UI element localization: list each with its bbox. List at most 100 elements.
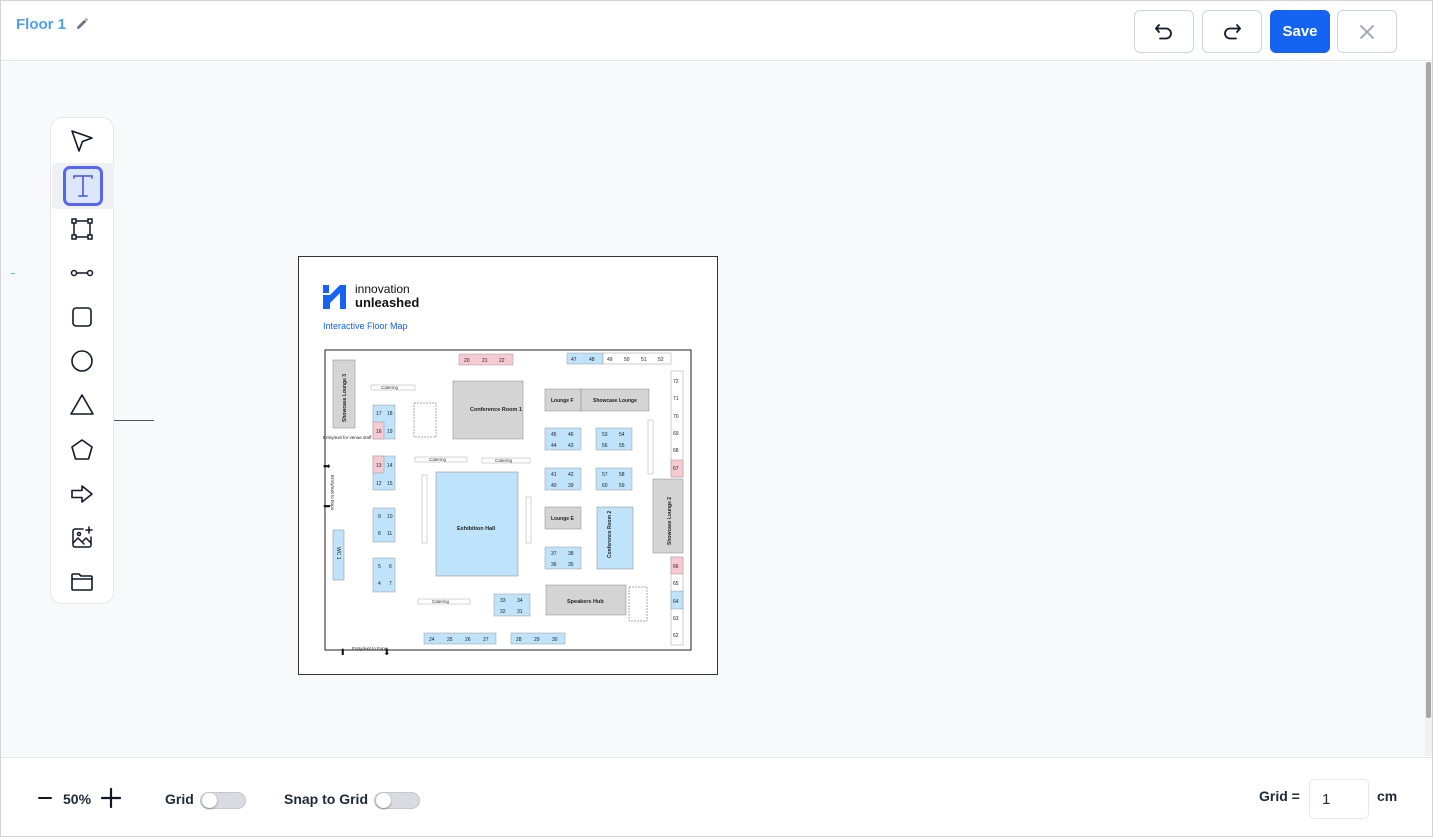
floor-plan-image[interactable]: innovation unleashed Interactive Floor M… — [298, 256, 718, 675]
room-conference-2: Conference Room 2 — [607, 511, 613, 558]
svg-text:47: 47 — [571, 357, 577, 363]
catering-label: Catering — [381, 385, 399, 390]
svg-text:50: 50 — [624, 357, 630, 363]
room-showcase-lounge-2: Showcase Lounge 2 — [667, 497, 673, 545]
triangle-tool[interactable] — [64, 387, 100, 423]
save-button[interactable]: Save — [1270, 10, 1330, 53]
svg-text:8: 8 — [378, 531, 381, 537]
svg-text:6: 6 — [389, 564, 392, 570]
grid-size-input[interactable] — [1309, 779, 1369, 819]
room-exhibition-hall: Exhibition Hall — [457, 526, 496, 532]
polygon-node-tool[interactable] — [64, 211, 100, 247]
svg-text:10: 10 — [387, 514, 393, 520]
svg-text:45: 45 — [551, 432, 557, 438]
svg-text:5: 5 — [378, 564, 381, 570]
zoom-level: 50% — [63, 791, 92, 807]
svg-text:72: 72 — [673, 379, 679, 385]
toggle-knob — [202, 793, 217, 808]
zoom-out-button[interactable] — [36, 789, 54, 807]
pencil-icon[interactable] — [75, 17, 91, 33]
map-subtitle: Interactive Floor Map — [323, 321, 408, 331]
svg-text:60: 60 — [602, 483, 608, 489]
svg-text:⬆: ⬆ — [339, 647, 347, 657]
drawing-toolbar — [50, 117, 114, 604]
text-icon — [73, 175, 93, 197]
pentagon-tool[interactable] — [64, 432, 100, 468]
svg-text:44: 44 — [551, 443, 557, 449]
svg-text:56: 56 — [602, 443, 608, 449]
arrow-tool[interactable] — [64, 476, 100, 512]
undo-icon — [1155, 23, 1172, 39]
svg-text:25: 25 — [447, 637, 453, 643]
svg-text:7: 7 — [389, 581, 392, 587]
rectangle-tool[interactable] — [64, 299, 100, 335]
svg-text:19: 19 — [387, 429, 393, 435]
line-tool[interactable] — [64, 255, 100, 291]
toggle-knob — [376, 793, 391, 808]
circle-tool[interactable] — [64, 343, 100, 379]
snap-toggle[interactable] — [374, 792, 420, 809]
svg-text:13: 13 — [376, 463, 382, 469]
floor-name[interactable]: Floor 1 — [16, 16, 66, 33]
arrow-icon — [71, 485, 93, 503]
svg-text:32: 32 — [500, 609, 506, 615]
svg-text:Catering: Catering — [432, 599, 450, 604]
text-tool[interactable] — [52, 163, 114, 209]
svg-text:48: 48 — [589, 357, 595, 363]
svg-text:31: 31 — [517, 609, 523, 615]
entry-staff-label: Entry/exit for venue staff — [323, 435, 372, 440]
grid-toggle[interactable] — [200, 792, 246, 809]
svg-text:57: 57 — [602, 472, 608, 478]
redo-button[interactable] — [1202, 10, 1262, 53]
select-icon — [71, 130, 93, 152]
booth-group-top-right: 47 48 49 50 51 52 — [566, 352, 672, 365]
svg-text:55: 55 — [619, 443, 625, 449]
header-bar: Floor 1 Save — [1, 1, 1432, 61]
close-button[interactable] — [1337, 10, 1397, 53]
room-lounge-f: Lounge F — [551, 398, 574, 404]
scrollbar-thumb[interactable] — [1426, 62, 1431, 718]
add-image-tool[interactable] — [64, 520, 100, 556]
entry-expo-side-label: Entry/exit to Expo — [330, 475, 335, 511]
svg-text:29: 29 — [534, 637, 540, 643]
drawn-line-shape[interactable] — [112, 420, 154, 421]
svg-text:20: 20 — [464, 358, 470, 364]
select-tool[interactable] — [64, 123, 100, 159]
svg-text:22: 22 — [499, 358, 505, 364]
svg-text:69: 69 — [673, 431, 679, 437]
zoom-in-button[interactable] — [100, 787, 122, 809]
room-wc: WC 1 — [335, 547, 341, 560]
svg-text:64: 64 — [673, 599, 679, 605]
room-conference-1: Conference Room 1 — [470, 407, 522, 413]
svg-text:21: 21 — [482, 358, 488, 364]
svg-text:30: 30 — [552, 637, 558, 643]
svg-text:37: 37 — [551, 551, 557, 557]
svg-text:36: 36 — [551, 562, 557, 568]
svg-text:54: 54 — [619, 432, 625, 438]
booth-group-bottom: 24 25 26 27 28 29 30 — [423, 632, 566, 645]
svg-text:24: 24 — [429, 637, 435, 643]
svg-text:33: 33 — [500, 598, 506, 604]
booth-column-left: 17 18 16 19 13 14 12 15 9 10 8 11 5 6 4 7 — [372, 404, 396, 593]
pentagon-icon — [71, 439, 93, 460]
close-icon — [1360, 24, 1374, 39]
svg-text:16: 16 — [376, 429, 382, 435]
svg-text:Catering: Catering — [429, 457, 447, 462]
svg-text:38: 38 — [568, 551, 574, 557]
entry-expo-bottom-label: Entry/exit to Expo — [352, 646, 388, 651]
triangle-icon — [70, 394, 94, 415]
svg-text:67: 67 — [673, 466, 679, 472]
svg-text:52: 52 — [658, 357, 664, 363]
folder-tool[interactable] — [64, 564, 100, 600]
grid-label: Grid — [165, 791, 194, 807]
logo-icon — [323, 285, 346, 309]
svg-text:65: 65 — [673, 581, 679, 587]
logo-text-1: innovation — [355, 282, 410, 296]
svg-text:46: 46 — [568, 432, 574, 438]
vertical-scrollbar[interactable] — [1425, 62, 1432, 756]
undo-button[interactable] — [1134, 10, 1194, 53]
minus-icon — [38, 797, 52, 799]
circle-icon — [71, 350, 93, 372]
svg-text:68: 68 — [673, 448, 679, 454]
svg-text:63: 63 — [673, 616, 679, 622]
